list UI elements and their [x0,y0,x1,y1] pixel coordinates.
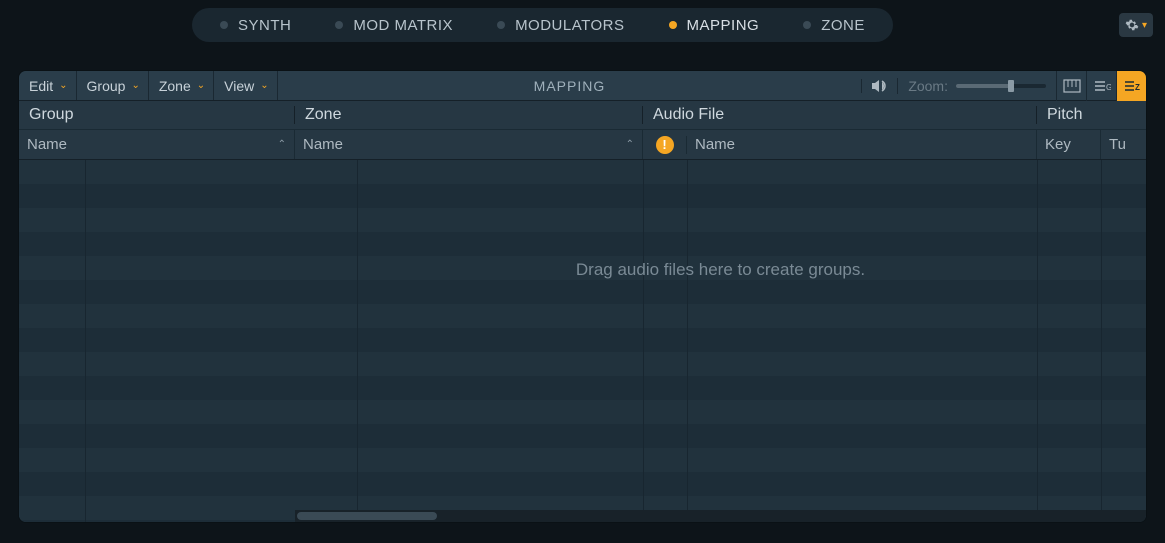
chevron-down-icon: ⌄ [260,81,268,91]
view-grouplist-button[interactable]: G [1086,71,1116,101]
panel-title: MAPPING [278,71,862,100]
column-section-pitch: Pitch [1037,106,1146,124]
grouplist-icon: G [1093,79,1111,93]
tab-mapping[interactable]: MAPPING [647,8,782,42]
horizontal-scrollbar[interactable] [295,510,1146,522]
zoom-slider[interactable] [956,84,1046,88]
table-body: Drag audio files here to create groups. [19,160,1146,522]
tab-dot-icon [803,21,811,29]
tab-zone-label: ZONE [821,17,865,34]
svg-text:Z: Z [1135,83,1140,92]
chevron-down-icon: ⌄ [197,81,205,91]
keymap-icon [1063,79,1081,93]
view-zonelist-button[interactable]: Z [1116,71,1146,101]
column-pitch-tune[interactable]: Tu [1101,130,1146,159]
column-section-audio: Audio File [643,106,1037,124]
zone-pane[interactable]: Drag audio files here to create groups. [295,160,1146,522]
column-section-group: Group [19,106,295,124]
menu-group[interactable]: Group ⌄ [77,71,149,100]
mapping-panel: Edit ⌄ Group ⌄ Zone ⌄ View ⌄ MAPPING Zoo… [18,70,1147,523]
warning-icon: ! [656,136,674,154]
chevron-down-icon: ▾ [1142,20,1147,31]
tab-dot-icon [497,21,505,29]
column-audio-name-label: Name [695,136,735,153]
column-group-name[interactable]: Name ⌃ [19,130,295,159]
top-tab-bar: SYNTH MOD MATRIX MODULATORS MAPPING ZONE… [0,0,1165,50]
chevron-down-icon: ⌄ [59,81,67,91]
column-audio-name[interactable]: Name [687,130,1037,159]
menu-view-label: View [224,78,254,94]
tab-mod-matrix[interactable]: MOD MATRIX [313,8,475,42]
menu-edit[interactable]: Edit ⌄ [19,71,77,100]
column-pitch-key-label: Key [1045,136,1071,153]
tab-modulators-label: MODULATORS [515,17,624,34]
tab-dot-icon [335,21,343,29]
column-pitch-tune-label: Tu [1109,136,1126,153]
view-keymap-button[interactable] [1056,71,1086,101]
speaker-icon [871,79,889,93]
menu-zone[interactable]: Zone ⌄ [149,71,214,100]
column-zone-name[interactable]: Name ⌃ [295,130,643,159]
tab-modulators[interactable]: MODULATORS [475,8,646,42]
menu-edit-label: Edit [29,78,53,94]
tab-mapping-label: MAPPING [687,17,760,34]
column-section-zone: Zone [295,106,643,124]
tab-mod-matrix-label: MOD MATRIX [353,17,453,34]
column-zone-name-label: Name [303,136,343,153]
zonelist-icon: Z [1123,79,1141,93]
svg-text:G: G [1106,83,1111,92]
tab-synth-label: SYNTH [238,17,291,34]
tab-group: SYNTH MOD MATRIX MODULATORS MAPPING ZONE [192,8,893,42]
sort-caret-icon: ⌃ [626,139,634,150]
zoom-control: Zoom: [897,78,1056,94]
scrollbar-thumb[interactable] [297,512,437,520]
menu-group-label: Group [87,78,126,94]
sort-caret-icon: ⌃ [278,139,286,150]
zoom-label: Zoom: [908,78,948,94]
menu-zone-label: Zone [159,78,191,94]
group-pane[interactable] [19,160,295,522]
audition-button[interactable] [861,79,897,93]
gear-icon [1125,18,1139,32]
chevron-down-icon: ⌄ [131,81,139,91]
zoom-slider-handle[interactable] [1008,80,1014,92]
warning-glyph: ! [662,137,666,152]
table-header: Group Zone Audio File Pitch Name ⌃ Name … [19,101,1146,160]
settings-menu-button[interactable]: ▾ [1119,13,1153,37]
column-pitch-key[interactable]: Key [1037,130,1101,159]
column-group-name-label: Name [27,136,67,153]
column-warning[interactable]: ! [643,136,687,154]
panel-toolbar: Edit ⌄ Group ⌄ Zone ⌄ View ⌄ MAPPING Zoo… [19,71,1146,101]
drop-hint: Drag audio files here to create groups. [295,260,1146,280]
tab-synth[interactable]: SYNTH [198,8,313,42]
tab-dot-icon [669,21,677,29]
tab-zone[interactable]: ZONE [781,8,887,42]
tab-dot-icon [220,21,228,29]
menu-view[interactable]: View ⌄ [214,71,277,100]
